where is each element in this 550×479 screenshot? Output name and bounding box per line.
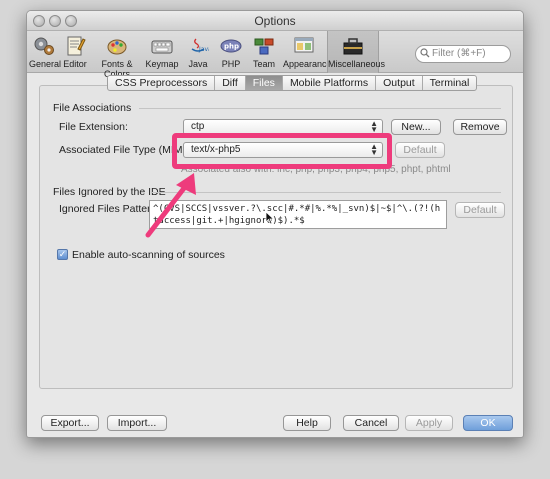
tab-bar: CSS Preprocessors Diff Files Mobile Plat… — [107, 75, 478, 91]
file-extension-label: File Extension: — [59, 121, 128, 133]
import-button[interactable]: Import... — [107, 415, 167, 431]
options-window: Options General Editor Fonts & Colors Ke… — [26, 10, 524, 438]
toolbar-item-fonts-colors[interactable]: Fonts & Colors — [91, 31, 143, 79]
ok-button[interactable]: OK — [463, 415, 513, 431]
tab-files[interactable]: Files — [245, 76, 283, 90]
export-button[interactable]: Export... — [41, 415, 99, 431]
cancel-button[interactable]: Cancel — [343, 415, 399, 431]
toolbar-item-team[interactable]: Team — [247, 31, 281, 73]
gears-icon — [34, 37, 54, 55]
tab-diff[interactable]: Diff — [215, 76, 246, 90]
window-title: Options — [254, 14, 296, 28]
toolbox-icon — [343, 38, 363, 55]
annotation-arrow-icon — [145, 173, 196, 238]
mime-default-button[interactable]: Default — [395, 142, 445, 158]
annotation-highlight-box — [172, 133, 392, 169]
toolbar: General Editor Fonts & Colors Keymap Jav… — [27, 31, 523, 79]
new-button[interactable]: New... — [391, 119, 441, 135]
appearance-icon — [294, 37, 314, 53]
minimize-button[interactable] — [49, 15, 61, 27]
toolbar-item-editor[interactable]: Editor — [61, 31, 89, 73]
editor-icon — [67, 36, 86, 56]
toolbar-item-general[interactable]: General — [29, 31, 61, 73]
toolbar-item-appearance[interactable]: Appearance — [283, 31, 332, 73]
toolbar-item-miscellaneous[interactable]: Miscellaneous — [327, 31, 385, 73]
remove-button[interactable]: Remove — [453, 119, 507, 135]
apply-button[interactable]: Apply — [405, 415, 453, 431]
tab-css-preprocessors[interactable]: CSS Preprocessors — [108, 76, 216, 90]
toolbar-item-keymap[interactable]: Keymap — [145, 31, 179, 73]
svg-text:php: php — [224, 43, 239, 51]
java-icon: Java — [191, 38, 209, 53]
team-icon — [254, 38, 274, 55]
help-button[interactable]: Help — [283, 415, 331, 431]
close-button[interactable] — [33, 15, 45, 27]
php-icon: php — [220, 39, 242, 53]
section-divider — [151, 192, 501, 193]
file-associations-heading: File Associations — [53, 102, 132, 114]
auto-scan-checkbox[interactable]: ✓ — [57, 249, 68, 260]
title-bar: Options — [27, 11, 523, 31]
auto-scan-label: Enable auto-scanning of sources — [72, 249, 225, 261]
tab-mobile-platforms[interactable]: Mobile Platforms — [283, 76, 377, 90]
section-divider — [139, 108, 501, 109]
pattern-default-button[interactable]: Default — [455, 202, 505, 218]
tab-output[interactable]: Output — [376, 76, 423, 90]
toolbar-item-java[interactable]: Java Java — [181, 31, 215, 73]
tab-terminal[interactable]: Terminal — [423, 76, 477, 90]
updown-arrows-icon: ▲ ▼ — [370, 119, 378, 134]
search-icon — [420, 48, 430, 58]
zoom-button[interactable] — [65, 15, 77, 27]
svg-text:Java: Java — [198, 46, 209, 53]
keyboard-icon — [151, 40, 173, 54]
mouse-cursor-icon — [265, 211, 275, 225]
palette-icon — [107, 39, 127, 55]
toolbar-item-php[interactable]: php PHP — [217, 31, 245, 73]
filter-search-input[interactable]: Filter (⌘+F) — [415, 45, 511, 63]
